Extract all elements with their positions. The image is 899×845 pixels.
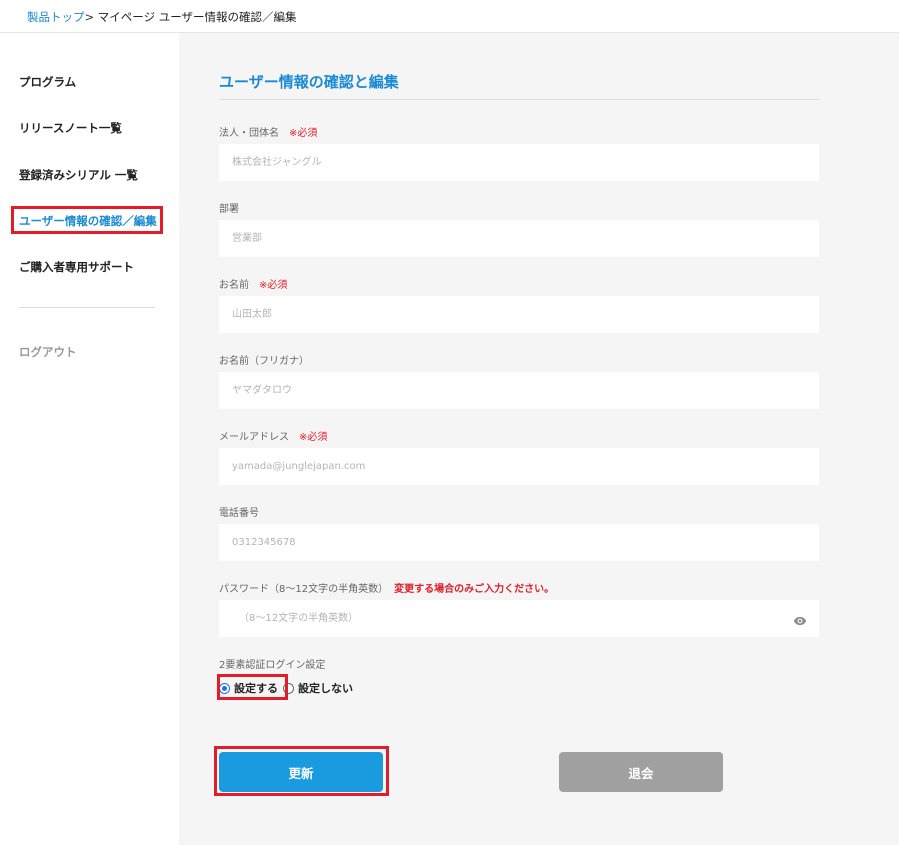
eye-icon[interactable]: [793, 614, 807, 628]
label-email-text: メールアドレス: [219, 432, 289, 443]
withdraw-button[interactable]: 退会: [559, 752, 723, 792]
title-divider: [219, 99, 819, 100]
page-title: ユーザー情報の確認と編集: [219, 73, 399, 91]
sidebar-item-program[interactable]: プログラム: [19, 74, 76, 90]
main-content: ユーザー情報の確認と編集 法人・団体名 ※必須 部署 お名前 ※必須 お名前（フリガ…: [179, 33, 899, 845]
label-department: 部署: [219, 204, 239, 215]
name-furigana-input[interactable]: [219, 372, 819, 409]
breadcrumb-home-link[interactable]: 製品トップ: [27, 10, 85, 24]
email-input[interactable]: [219, 448, 819, 485]
label-password-text: パスワード（8～12文字の半角英数）: [219, 584, 389, 595]
label-name-text: お名前: [219, 280, 249, 291]
highlight-box-two-factor: [217, 674, 288, 700]
sidebar-divider: [19, 307, 155, 308]
password-input[interactable]: [219, 600, 819, 637]
update-button[interactable]: 更新: [219, 752, 383, 792]
label-name: お名前 ※必須: [219, 276, 287, 291]
sidebar-item-purchaser-support[interactable]: ご購入者専用サポート: [19, 259, 134, 275]
department-input[interactable]: [219, 220, 819, 257]
label-name-furigana: お名前（フリガナ）: [219, 356, 309, 367]
label-organization-text: 法人・団体名: [219, 128, 279, 139]
label-organization: 法人・団体名 ※必須: [219, 124, 317, 139]
breadcrumb-current: マイページ ユーザー情報の確認／編集: [97, 10, 297, 24]
sidebar-item-user-info[interactable]: ユーザー情報の確認／編集: [19, 213, 157, 229]
breadcrumb: 製品トップ> マイページ ユーザー情報の確認／編集: [0, 0, 899, 33]
two-factor-option-disable[interactable]: 設定しない: [283, 680, 353, 696]
radio-disable-label: 設定しない: [298, 682, 353, 695]
sidebar-item-logout[interactable]: ログアウト: [19, 344, 77, 360]
label-two-factor: 2要素認証ログイン設定: [219, 660, 326, 671]
organization-input[interactable]: [219, 144, 819, 181]
name-input[interactable]: [219, 296, 819, 333]
required-mark: ※必須: [299, 432, 328, 443]
required-mark: ※必須: [259, 280, 288, 291]
sidebar: プログラム リリースノート一覧 登録済みシリアル 一覧 ユーザー情報の確認／編集…: [0, 33, 179, 845]
label-password: パスワード（8～12文字の半角英数） 変更する場合のみご入力ください。: [219, 580, 554, 595]
breadcrumb-separator: >: [84, 10, 95, 24]
label-email: メールアドレス ※必須: [219, 428, 327, 443]
sidebar-item-release-notes[interactable]: リリースノート一覧: [19, 120, 122, 136]
sidebar-item-registered-serials[interactable]: 登録済みシリアル 一覧: [19, 167, 138, 183]
required-mark: ※必須: [289, 128, 318, 139]
label-phone: 電話番号: [219, 508, 259, 519]
phone-input[interactable]: [219, 524, 819, 561]
password-note: 変更する場合のみご入力ください。: [394, 584, 555, 595]
